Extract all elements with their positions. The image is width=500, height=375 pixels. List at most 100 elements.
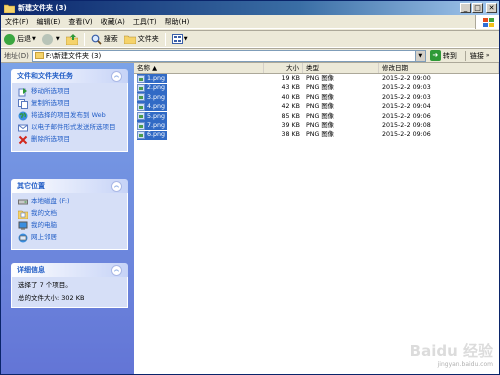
menu-tools[interactable]: 工具(T) bbox=[129, 17, 161, 27]
task-email[interactable]: 以电子邮件形式发送所选项目 bbox=[18, 123, 121, 133]
task-move[interactable]: 移动所选项目 bbox=[18, 87, 121, 97]
details-header[interactable]: 详细信息 ︽ bbox=[11, 263, 128, 277]
folder-icon bbox=[3, 4, 16, 13]
png-image-icon bbox=[137, 93, 145, 102]
up-folder-button[interactable] bbox=[63, 31, 81, 47]
delete-icon bbox=[18, 135, 28, 145]
windows-logo-icon bbox=[475, 15, 499, 29]
title-bar[interactable]: 新建文件夹 (3) _ □ ✕ bbox=[1, 1, 499, 15]
column-name[interactable]: 名称 ▲ bbox=[134, 63, 264, 73]
file-row[interactable]: 7.png 39 KB PNG 图像 2015-2-2 09:08 bbox=[134, 121, 499, 131]
file-name[interactable]: 2.png bbox=[137, 83, 167, 93]
go-arrow-icon: ➜ bbox=[429, 50, 441, 61]
column-type[interactable]: 类型 bbox=[303, 63, 379, 73]
file-name-text: 3.png bbox=[147, 93, 165, 101]
maximize-button[interactable]: □ bbox=[472, 3, 483, 13]
up-folder-icon bbox=[65, 33, 78, 45]
copy-icon bbox=[18, 99, 28, 109]
file-row[interactable]: 1.png 19 KB PNG 图像 2015-2-2 09:00 bbox=[134, 74, 499, 84]
file-name[interactable]: 5.png bbox=[137, 111, 167, 121]
address-bar: 地址(D) F:\新建文件夹 (3) ▼ ➜ 转到 链接 » bbox=[1, 48, 499, 63]
other-places-header[interactable]: 其它位置 ︽ bbox=[11, 179, 128, 193]
file-row[interactable]: 6.png 38 KB PNG 图像 2015-2-2 09:06 bbox=[134, 130, 499, 140]
views-button[interactable]: ▼ bbox=[169, 31, 191, 47]
folders-button[interactable]: 文件夹 bbox=[121, 31, 162, 47]
toolbar-separator bbox=[164, 32, 166, 46]
file-tasks-panel: 文件和文件夹任务 ︽ 移动所选项目 复制所选项目 将选择的项目发布到 Web 以… bbox=[11, 69, 128, 152]
file-type: PNG 图像 bbox=[306, 112, 334, 120]
collapse-icon[interactable]: ︽ bbox=[111, 70, 122, 82]
task-label: 将选择的项目发布到 Web bbox=[31, 111, 106, 119]
column-date[interactable]: 修改日期 bbox=[379, 63, 499, 73]
png-image-icon bbox=[137, 84, 145, 93]
file-name[interactable]: 7.png bbox=[137, 121, 167, 131]
file-name[interactable]: 4.png bbox=[137, 102, 167, 112]
place-my-computer[interactable]: 我的电脑 bbox=[18, 221, 121, 231]
watermark-url: jingyan.baidu.com bbox=[437, 361, 493, 368]
png-image-icon bbox=[137, 112, 145, 121]
menu-file[interactable]: 文件(F) bbox=[1, 17, 33, 27]
address-path: F:\新建文件夹 (3) bbox=[45, 51, 102, 60]
file-date: 2015-2-2 09:06 bbox=[382, 131, 431, 139]
back-label: 后退 bbox=[17, 35, 31, 43]
collapse-icon[interactable]: ︽ bbox=[111, 180, 122, 192]
chevron-down-icon: ▼ bbox=[55, 36, 60, 42]
my-documents-icon bbox=[18, 210, 28, 219]
explorer-window: 新建文件夹 (3) _ □ ✕ 文件(F) 编辑(E) 查看(V) 收藏(A) … bbox=[0, 0, 500, 375]
chevron-down-icon: ▼ bbox=[183, 36, 188, 42]
column-size[interactable]: 大小 bbox=[264, 63, 303, 73]
go-button[interactable]: ➜ 转到 bbox=[429, 50, 457, 61]
file-type: PNG 图像 bbox=[306, 93, 334, 101]
file-type: PNG 图像 bbox=[306, 84, 334, 92]
back-button[interactable]: 后退 ▼ bbox=[1, 31, 39, 47]
back-arrow-icon bbox=[4, 33, 15, 45]
minimize-button[interactable]: _ bbox=[460, 3, 471, 13]
watermark: Baidu 经验 jingyan.baidu.com bbox=[410, 340, 493, 368]
address-input[interactable]: F:\新建文件夹 (3) ▼ bbox=[31, 49, 426, 62]
place-network[interactable]: 网上邻居 bbox=[18, 233, 121, 243]
file-name[interactable]: 6.png bbox=[137, 130, 167, 140]
file-size: 42 KB bbox=[281, 103, 300, 111]
file-date: 2015-2-2 09:06 bbox=[382, 112, 431, 120]
task-publish-web[interactable]: 将选择的项目发布到 Web bbox=[18, 111, 121, 121]
file-name-text: 6.png bbox=[147, 131, 165, 139]
move-icon bbox=[18, 88, 27, 97]
globe-icon bbox=[18, 111, 28, 121]
file-tasks-header[interactable]: 文件和文件夹任务 ︽ bbox=[11, 69, 128, 83]
close-button[interactable]: ✕ bbox=[486, 3, 497, 13]
double-chevron-icon[interactable]: » bbox=[486, 52, 490, 59]
place-my-documents[interactable]: 我的文档 bbox=[18, 209, 121, 219]
panel-title: 详细信息 bbox=[17, 266, 45, 274]
file-date: 2015-2-2 09:03 bbox=[382, 84, 431, 92]
place-label: 本地磁盘 (F:) bbox=[31, 197, 70, 205]
other-places-body: 本地磁盘 (F:) 我的文档 我的电脑 网上邻居 bbox=[11, 193, 128, 250]
hard-drive-icon bbox=[18, 199, 28, 205]
search-label: 搜索 bbox=[103, 35, 118, 43]
task-copy[interactable]: 复制所选项目 bbox=[18, 99, 121, 109]
file-row[interactable]: 2.png 43 KB PNG 图像 2015-2-2 09:03 bbox=[134, 83, 499, 93]
menu-favorites[interactable]: 收藏(A) bbox=[97, 17, 129, 27]
place-label: 网上邻居 bbox=[31, 233, 57, 241]
menu-view[interactable]: 查看(V) bbox=[64, 17, 96, 27]
search-button[interactable]: 搜索 bbox=[88, 31, 121, 47]
file-row[interactable]: 5.png 85 KB PNG 图像 2015-2-2 09:06 bbox=[134, 111, 499, 121]
file-row[interactable]: 3.png 40 KB PNG 图像 2015-2-2 09:03 bbox=[134, 92, 499, 102]
file-date: 2015-2-2 09:04 bbox=[382, 103, 431, 111]
task-pane: 文件和文件夹任务 ︽ 移动所选项目 复制所选项目 将选择的项目发布到 Web 以… bbox=[1, 63, 134, 374]
task-delete[interactable]: 删除所选项目 bbox=[18, 135, 121, 145]
links-button[interactable]: 链接 bbox=[464, 50, 484, 61]
file-name[interactable]: 3.png bbox=[137, 92, 167, 102]
collapse-icon[interactable]: ︽ bbox=[111, 264, 122, 276]
place-local-disk[interactable]: 本地磁盘 (F:) bbox=[18, 197, 121, 207]
png-image-icon bbox=[137, 102, 145, 111]
chevron-down-icon[interactable]: ▼ bbox=[414, 50, 425, 61]
menu-edit[interactable]: 编辑(E) bbox=[33, 17, 65, 27]
address-label: 地址(D) bbox=[4, 51, 29, 60]
menu-help[interactable]: 帮助(H) bbox=[161, 17, 194, 27]
folders-label: 文件夹 bbox=[137, 35, 159, 43]
png-image-icon bbox=[137, 74, 145, 83]
selection-count: 选择了 7 个项目。 bbox=[18, 281, 72, 289]
forward-button[interactable]: ▼ bbox=[39, 31, 63, 47]
file-name[interactable]: 1.png bbox=[137, 74, 167, 84]
file-row[interactable]: 4.png 42 KB PNG 图像 2015-2-2 09:04 bbox=[134, 102, 499, 112]
